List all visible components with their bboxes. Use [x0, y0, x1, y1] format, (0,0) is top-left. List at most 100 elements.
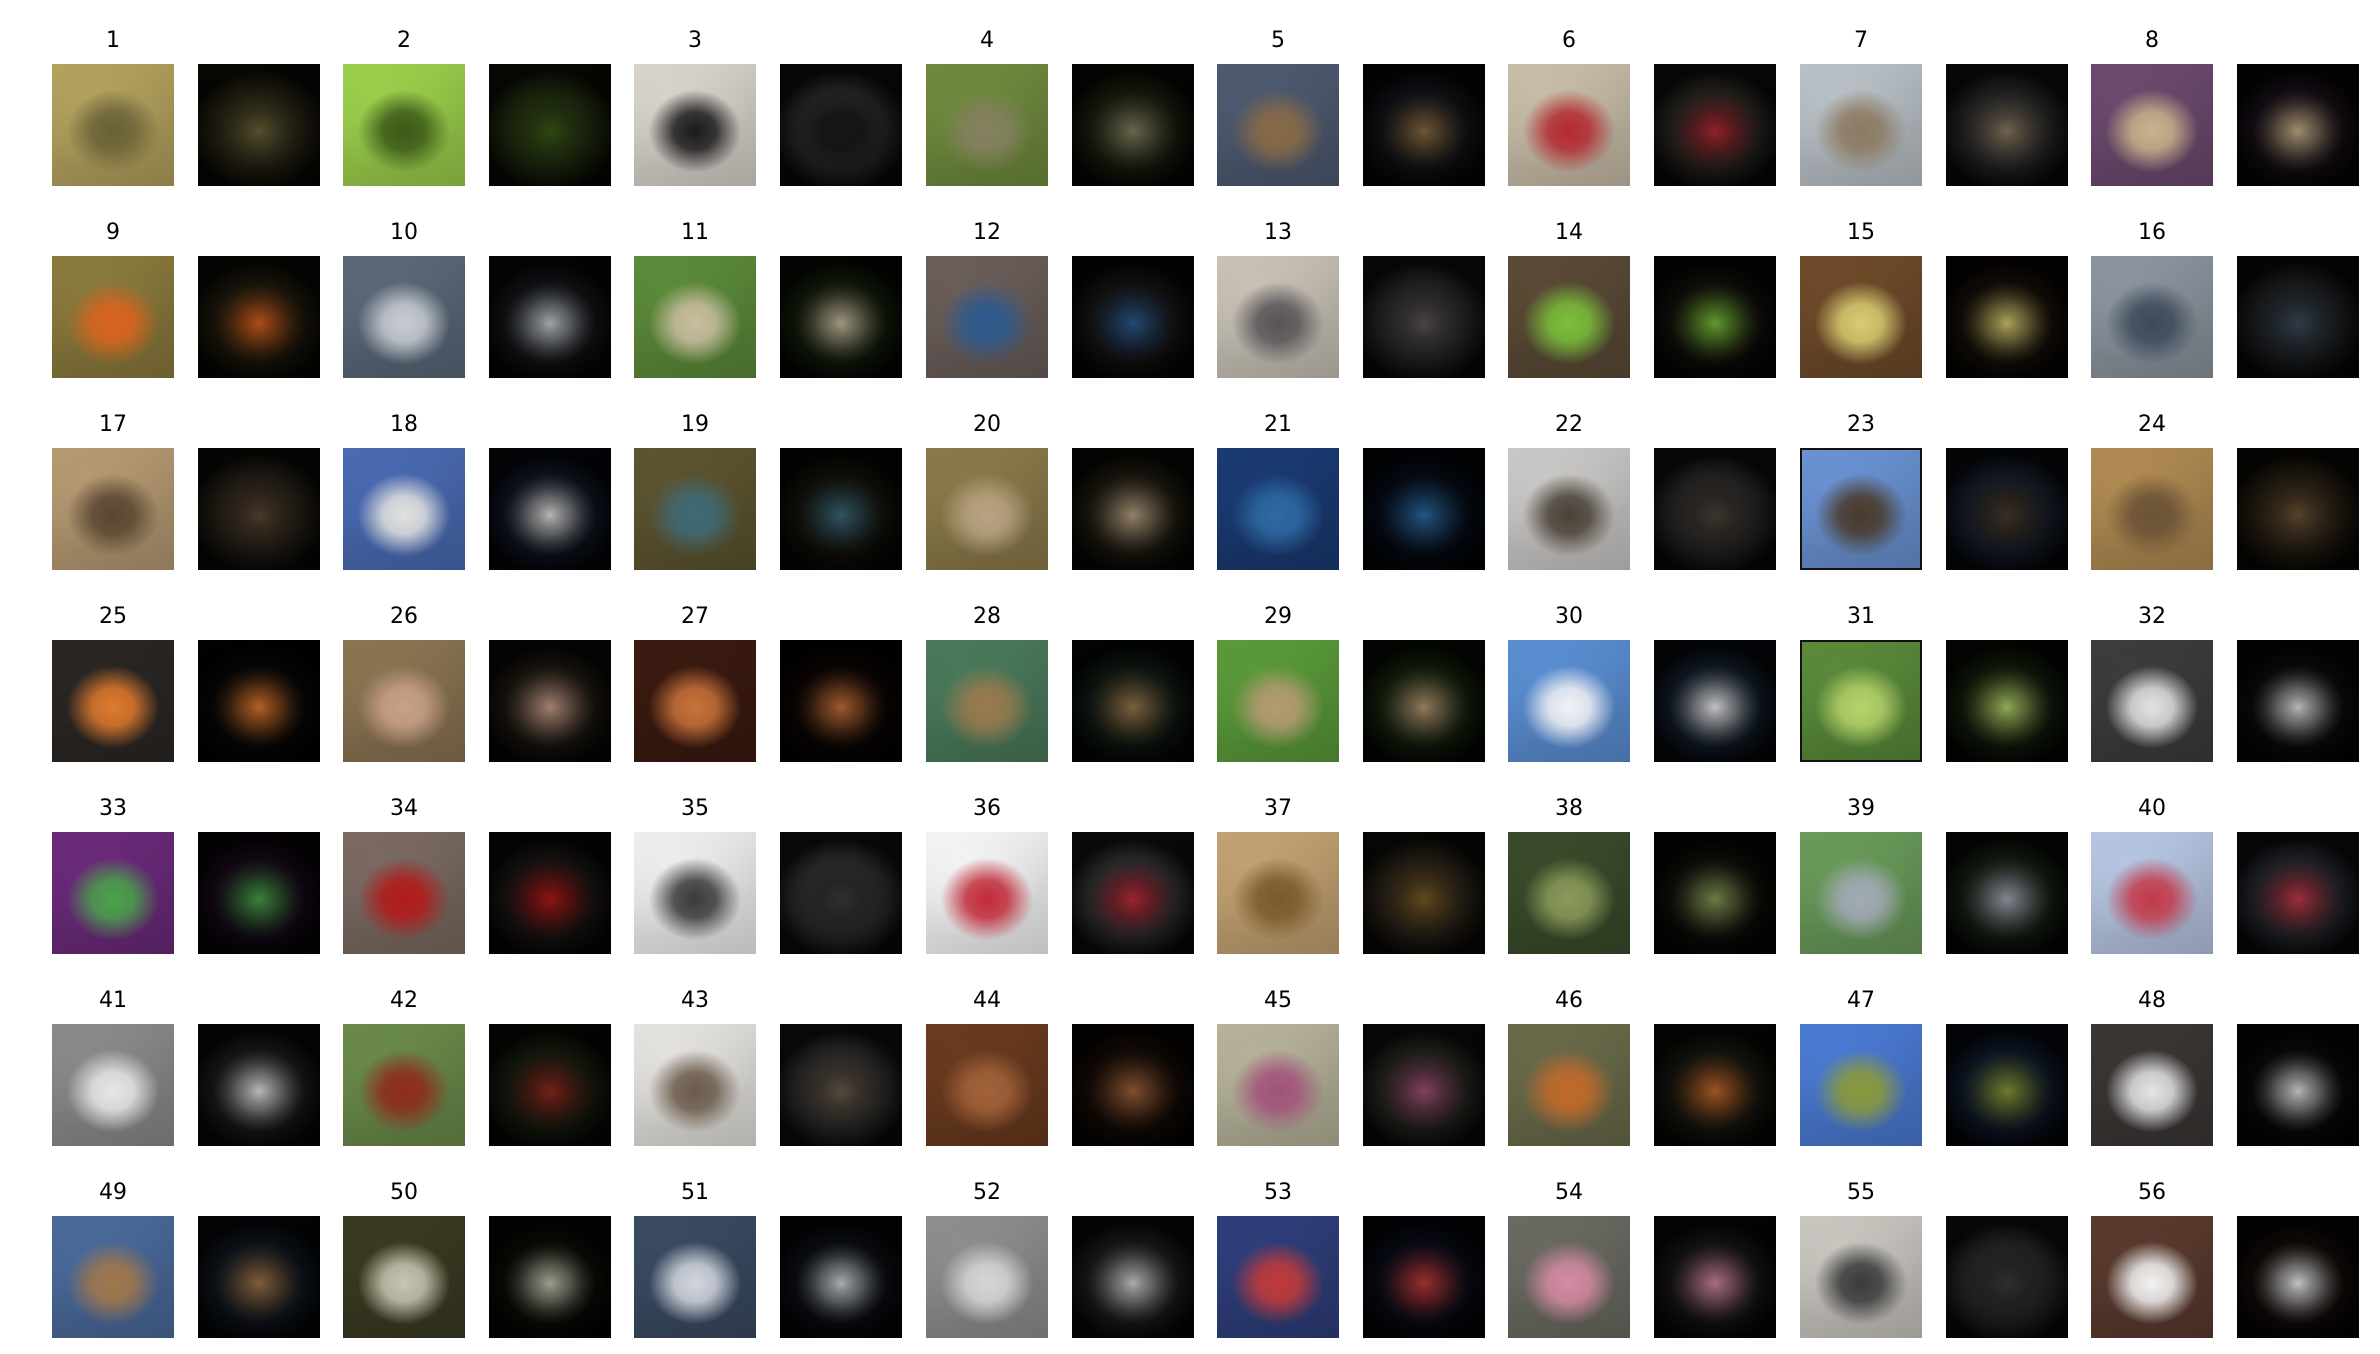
saliency-mask-bowl	[198, 640, 320, 762]
pair-label-33: 33	[99, 796, 127, 821]
pair-label-38: 38	[1555, 796, 1583, 821]
saliency-mask-robin	[198, 256, 320, 378]
pair-label-46: 46	[1555, 988, 1583, 1013]
photo-glass	[926, 832, 1048, 954]
pair-label-27: 27	[681, 604, 709, 629]
pair-label-17: 17	[99, 412, 127, 437]
photo-bird-water	[1800, 64, 1922, 186]
saliency-mask-bird-grass	[780, 256, 902, 378]
photo-reptile-water	[343, 1216, 465, 1338]
pair-label-49: 49	[99, 1180, 127, 1205]
saliency-mask-diver	[1363, 448, 1485, 570]
photo-rock	[1508, 448, 1630, 570]
pair-label-2: 2	[397, 28, 411, 53]
pair-label-26: 26	[390, 604, 418, 629]
pair-label-7: 7	[1854, 28, 1868, 53]
saliency-mask-plane	[1654, 640, 1776, 762]
saliency-mask-waves	[489, 256, 611, 378]
pair-label-8: 8	[2145, 28, 2159, 53]
photo-truck	[343, 1024, 465, 1146]
pair-label-28: 28	[973, 604, 1001, 629]
saliency-mask-leaves	[1654, 256, 1776, 378]
photo-chalk	[1508, 1216, 1630, 1338]
pair-label-21: 21	[1264, 412, 1292, 437]
saliency-mask-kitchen	[2237, 1024, 2359, 1146]
photo-tree	[1508, 832, 1630, 954]
pair-label-35: 35	[681, 796, 709, 821]
photo-fruit	[343, 64, 465, 186]
photo-shed	[634, 1024, 756, 1146]
pair-label-40: 40	[2138, 796, 2166, 821]
pair-label-22: 22	[1555, 412, 1583, 437]
saliency-mask-collage	[198, 832, 320, 954]
photo-collage	[52, 832, 174, 954]
photo-shelf	[2091, 640, 2213, 762]
photo-butterfly	[1217, 1024, 1339, 1146]
saliency-mask-butterfly	[1363, 1024, 1485, 1146]
photo-monkey	[1217, 832, 1339, 954]
photo-llama	[926, 448, 1048, 570]
pair-label-54: 54	[1555, 1180, 1583, 1205]
photo-lizard	[52, 64, 174, 186]
saliency-mask-ship	[1946, 448, 2068, 570]
pair-label-11: 11	[681, 220, 709, 245]
saliency-mask-box	[780, 832, 902, 954]
pair-label-9: 9	[106, 220, 120, 245]
photo-dog-lawn	[1217, 640, 1339, 762]
pair-label-43: 43	[681, 988, 709, 1013]
pair-label-56: 56	[2138, 1180, 2166, 1205]
pair-label-23: 23	[1847, 412, 1875, 437]
photo-leaves	[1508, 256, 1630, 378]
pair-label-30: 30	[1555, 604, 1583, 629]
saliency-mask-dragonfly	[1946, 640, 2068, 762]
saliency-mask-fungus	[1654, 1024, 1776, 1146]
saliency-mask-dog-lawn	[1363, 640, 1485, 762]
saliency-mask-dog-black	[780, 64, 902, 186]
saliency-mask-orangutan	[780, 640, 902, 762]
pair-label-5: 5	[1271, 28, 1285, 53]
saliency-mask-tree	[1654, 832, 1776, 954]
saliency-mask-animal-rock	[2237, 256, 2359, 378]
photo-dog-black	[634, 64, 756, 186]
photo-dog-fluffy	[2091, 64, 2213, 186]
saliency-mask-blanket	[1363, 1216, 1485, 1338]
photo-waves	[343, 256, 465, 378]
pair-label-14: 14	[1555, 220, 1583, 245]
pair-label-44: 44	[973, 988, 1001, 1013]
saliency-mask-baby	[489, 640, 611, 762]
photo-machine	[634, 1216, 756, 1338]
pair-label-1: 1	[106, 28, 120, 53]
pair-label-15: 15	[1847, 220, 1875, 245]
saliency-mask-chalk	[1654, 1216, 1776, 1338]
pair-label-37: 37	[1264, 796, 1292, 821]
saliency-mask-plants	[1946, 832, 2068, 954]
photo-box	[634, 832, 756, 954]
saliency-mask-white-dog	[198, 1024, 320, 1146]
photo-animal-rock	[2091, 256, 2213, 378]
photo-shark	[634, 448, 756, 570]
saliency-mask-couple	[198, 448, 320, 570]
saliency-mask-bikes	[1072, 256, 1194, 378]
pair-label-12: 12	[973, 220, 1001, 245]
saliency-mask-lizard	[198, 64, 320, 186]
saliency-mask-shark	[780, 448, 902, 570]
saliency-mask-wood	[2237, 448, 2359, 570]
photo-bikes	[926, 256, 1048, 378]
saliency-mask-bird-water	[1946, 64, 2068, 186]
photo-dog-terrier	[926, 640, 1048, 762]
pair-label-19: 19	[681, 412, 709, 437]
saliency-figure-grid: 1 2 3 4 5 6 7 8 9 10 11 12 13 14 15 16 17 18 19 20 21 22 23 24 2…	[0, 0, 2380, 1354]
photo-shore	[52, 1216, 174, 1338]
photo-market	[1217, 64, 1339, 186]
saliency-mask-owl	[1072, 64, 1194, 186]
saliency-mask-shed	[780, 1024, 902, 1146]
pair-label-31: 31	[1847, 604, 1875, 629]
pair-label-42: 42	[390, 988, 418, 1013]
photo-couple	[52, 448, 174, 570]
photo-owl	[926, 64, 1048, 186]
saliency-mask-drain	[1946, 1216, 2068, 1338]
photo-branches	[1800, 1024, 1922, 1146]
photo-dog-grey	[1217, 256, 1339, 378]
photo-shaker	[926, 1216, 1048, 1338]
saliency-mask-rock	[1654, 448, 1776, 570]
